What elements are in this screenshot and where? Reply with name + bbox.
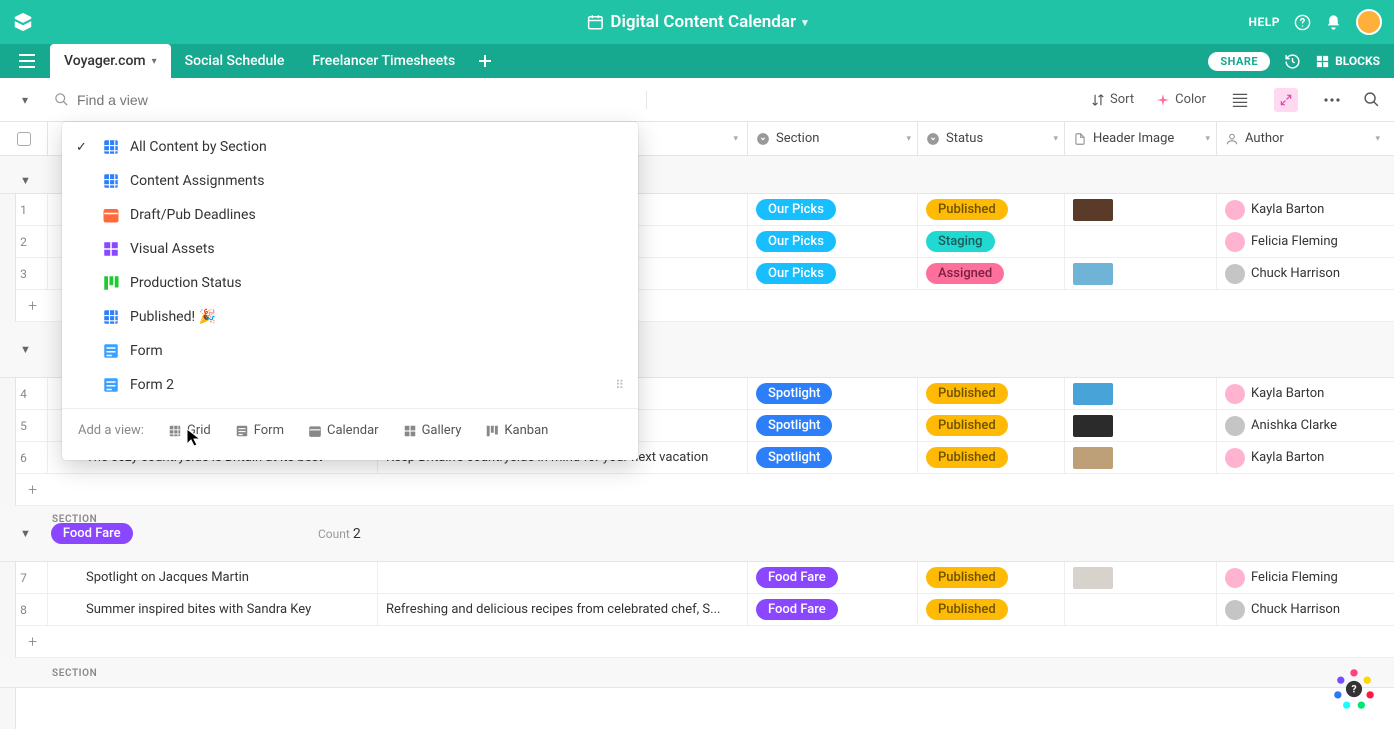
group-collapse-toggle[interactable]: ▼ [20, 174, 31, 187]
view-switcher-panel: ✓All Content by SectionContent Assignmen… [62, 122, 638, 460]
add-view-gallery[interactable]: Gallery [403, 423, 462, 438]
view-item-visual-assets[interactable]: Visual Assets [62, 232, 638, 266]
avatar [1225, 568, 1245, 588]
more-options-icon[interactable] [1320, 88, 1344, 112]
avatar [1225, 264, 1245, 284]
kanban-icon [102, 274, 120, 292]
group-pill: Food Fare [51, 523, 133, 544]
tab-social-schedule[interactable]: Social Schedule [171, 44, 299, 78]
group-collapse-toggle[interactable]: ▼ [20, 527, 31, 540]
view-item-production-status[interactable]: Production Status [62, 266, 638, 300]
share-button[interactable]: SHARE [1208, 52, 1270, 71]
tab-voyager-com[interactable]: Voyager.com▾ [50, 44, 171, 78]
add-view-calendar[interactable]: Calendar [308, 423, 379, 438]
view-item-form-2[interactable]: Form 2⠿ [62, 368, 638, 402]
view-item-content-assignments[interactable]: Content Assignments [62, 164, 638, 198]
view-item-form[interactable]: Form [62, 334, 638, 368]
view-dropdown-toggle[interactable]: ▾ [0, 93, 50, 107]
grid-icon [102, 172, 120, 190]
calendar-icon [586, 13, 604, 31]
group-collapse-toggle[interactable]: ▼ [20, 343, 31, 356]
avatar [1225, 384, 1245, 404]
base-menu-caret-icon[interactable]: ▾ [802, 16, 808, 29]
view-item-all-content-by-section[interactable]: ✓All Content by Section [62, 130, 638, 164]
help-link[interactable]: HELP [1249, 15, 1280, 29]
column-header-image[interactable]: Header Image▾ [1065, 122, 1217, 155]
sort-button[interactable]: Sort [1091, 92, 1134, 107]
view-search-input[interactable] [77, 92, 227, 108]
column-section[interactable]: Section▾ [748, 122, 918, 155]
notifications-icon[interactable] [1325, 14, 1342, 31]
section-group-label: SECTION [52, 514, 97, 525]
calendar-icon [102, 206, 120, 224]
section-group-label: SECTION [52, 668, 97, 679]
column-menu-icon[interactable]: ▾ [733, 134, 738, 144]
avatar [1225, 200, 1245, 220]
expand-view-icon[interactable] [1274, 88, 1298, 112]
search-records-icon[interactable] [1363, 91, 1380, 108]
color-button[interactable]: Color [1156, 92, 1206, 107]
add-view-form[interactable]: Form [235, 423, 284, 438]
svg-text:?: ? [1351, 683, 1356, 696]
grid-icon [102, 138, 120, 156]
blocks-button[interactable]: BLOCKS [1315, 54, 1380, 69]
add-row-button[interactable]: + [0, 474, 1394, 506]
avatar [1225, 232, 1245, 252]
view-item-published-[interactable]: Published! 🎉 [62, 300, 638, 334]
avatar [1225, 448, 1245, 468]
add-table-button[interactable] [475, 51, 495, 71]
gallery-icon [102, 240, 120, 258]
table-row[interactable]: 8 Summer inspired bites with Sandra Key … [0, 594, 1394, 626]
cursor-icon [186, 428, 202, 448]
sidebar-toggle-icon[interactable] [18, 54, 40, 68]
add-view-label: Add a view: [78, 423, 144, 438]
table-row[interactable]: 7 Spotlight on Jacques Martin Food Fare … [0, 562, 1394, 594]
user-avatar[interactable] [1356, 9, 1382, 35]
help-fab[interactable]: ? [1332, 667, 1376, 711]
column-status[interactable]: Status▾ [918, 122, 1065, 155]
column-author[interactable]: Author▾ [1217, 122, 1394, 155]
search-icon [54, 92, 69, 107]
history-icon[interactable] [1284, 53, 1301, 70]
row-height-icon[interactable] [1228, 88, 1252, 112]
drag-handle-icon[interactable]: ⠿ [615, 378, 626, 392]
avatar [1225, 600, 1245, 620]
group-count: Count 2 [318, 526, 361, 542]
add-row-button[interactable]: + [0, 626, 1394, 658]
add-view-kanban[interactable]: Kanban [485, 423, 548, 438]
app-logo-icon[interactable] [12, 11, 34, 33]
avatar [1225, 416, 1245, 436]
select-all-checkbox[interactable] [17, 132, 31, 146]
view-item-draft-pub-deadlines[interactable]: Draft/Pub Deadlines [62, 198, 638, 232]
tab-freelancer-timesheets[interactable]: Freelancer Timesheets [298, 44, 469, 78]
help-icon[interactable] [1294, 14, 1311, 31]
form-icon [102, 342, 120, 360]
base-title[interactable]: Digital Content Calendar [610, 12, 796, 32]
form-icon [102, 376, 120, 394]
grid-icon [102, 308, 120, 326]
